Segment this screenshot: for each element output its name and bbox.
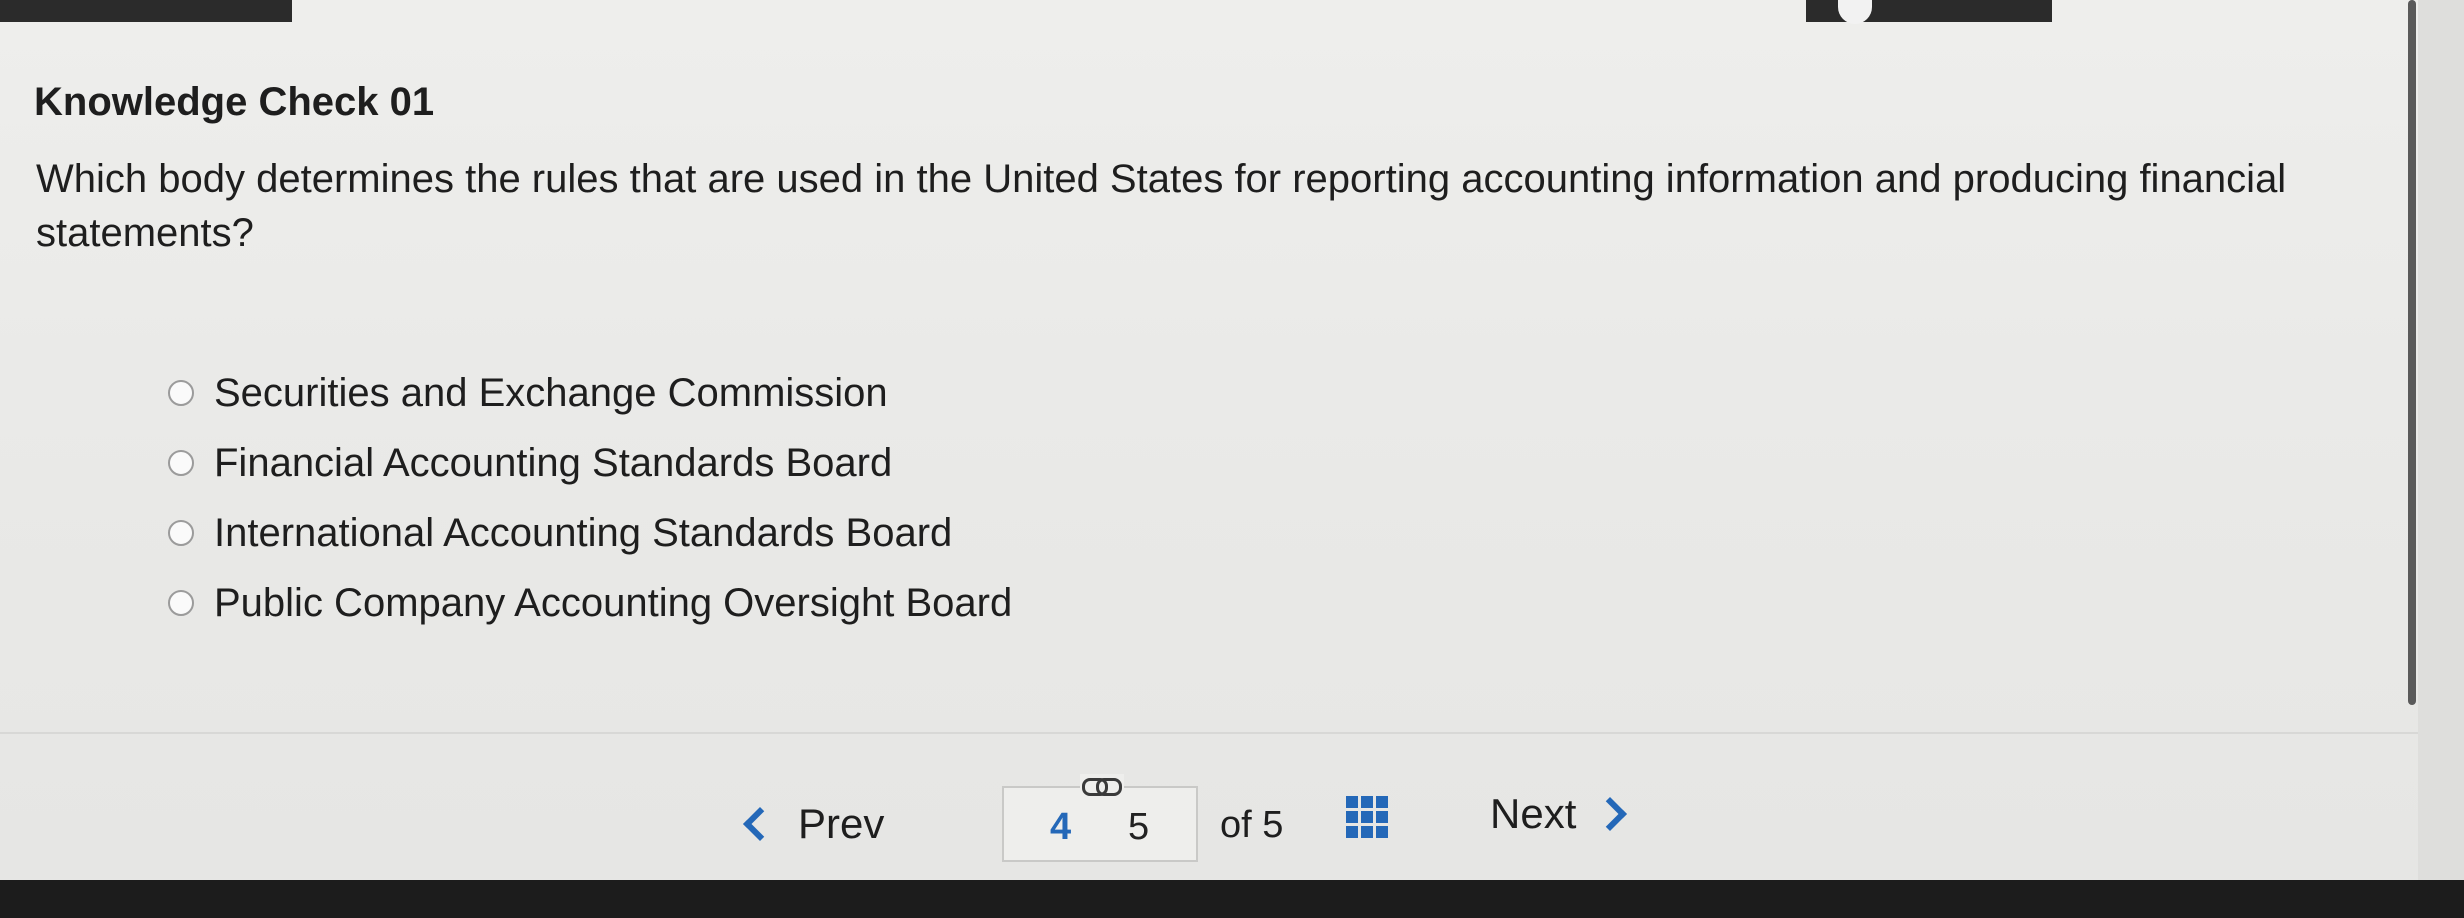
answer-option[interactable]: Securities and Exchange Commission [168, 358, 1012, 428]
screen-bezel [0, 880, 2464, 918]
answer-option[interactable]: International Accounting Standards Board [168, 498, 1012, 568]
page-total: of 5 [1220, 804, 1284, 846]
page-number[interactable]: 5 [1128, 806, 1149, 849]
answer-option-label[interactable]: Securities and Exchange Commission [214, 371, 888, 416]
page-title: Knowledge Check 01 [34, 80, 435, 124]
next-button[interactable]: Next [1490, 790, 1628, 838]
scrollbar-thumb[interactable] [2408, 0, 2416, 705]
answer-option[interactable]: Financial Accounting Standards Board [168, 428, 1012, 498]
footer-divider [0, 732, 2418, 734]
top-bar-left [0, 0, 292, 22]
answer-option-label[interactable]: Financial Accounting Standards Board [214, 441, 892, 486]
chevron-left-icon [743, 807, 777, 841]
scrollbar-track[interactable] [2418, 0, 2464, 880]
answer-options: Securities and Exchange Commission Finan… [168, 358, 1012, 638]
radio-button[interactable] [168, 450, 194, 476]
question-text: Which body determines the rules that are… [36, 157, 2287, 255]
radio-button[interactable] [168, 520, 194, 546]
prev-label: Prev [798, 800, 885, 847]
chevron-right-icon [1593, 797, 1628, 831]
answer-option-label[interactable]: International Accounting Standards Board [214, 511, 952, 556]
page-number-current[interactable]: 4 [1050, 806, 1071, 849]
link-icon [1080, 774, 1124, 798]
answer-option[interactable]: Public Company Accounting Oversight Boar… [168, 568, 1012, 638]
grid-icon[interactable] [1346, 796, 1390, 840]
quiz-screen: Knowledge Check 01 Which body determines… [0, 0, 2418, 880]
prev-button[interactable]: Prev [740, 800, 884, 848]
page-selector[interactable]: 4 5 [1002, 774, 1198, 862]
answer-option-label[interactable]: Public Company Accounting Oversight Boar… [214, 581, 1012, 626]
radio-button[interactable] [168, 380, 194, 406]
next-label: Next [1490, 790, 1577, 837]
radio-button[interactable] [168, 590, 194, 616]
